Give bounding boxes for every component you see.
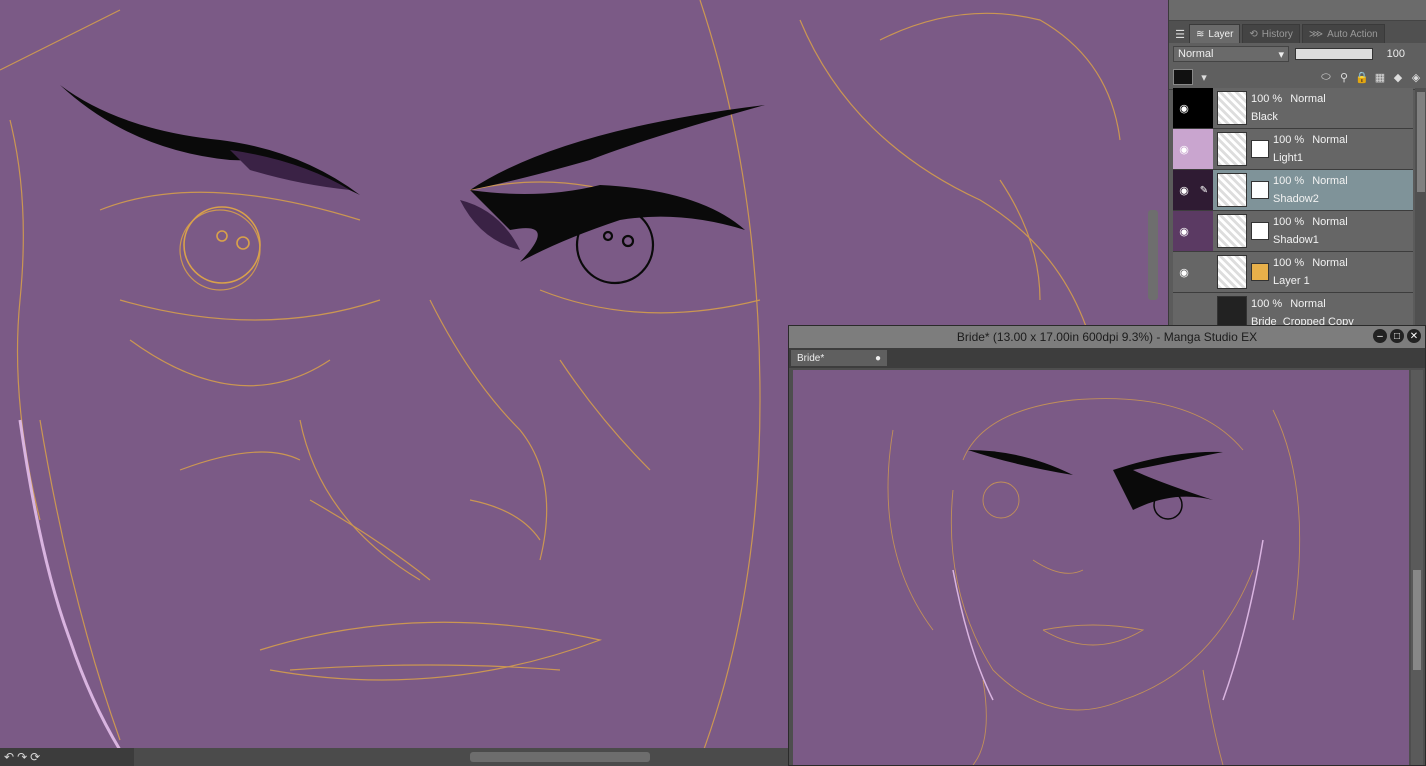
mask-icon[interactable]: ⬭ <box>1319 70 1333 84</box>
chevron-down-icon: ▾ <box>1278 48 1284 61</box>
eye-icon[interactable]: ◉ <box>1173 211 1195 251</box>
layer-panel-scrollbar[interactable] <box>1415 88 1426 326</box>
eye-icon[interactable]: ◉ <box>1173 88 1195 128</box>
layer-color-swatch[interactable] <box>1173 69 1193 85</box>
blend-mode-select[interactable]: Normal ▾ <box>1173 46 1289 62</box>
chevron-down-icon[interactable]: ▾ <box>1197 70 1211 84</box>
lock-icon[interactable]: 🔒 <box>1355 70 1369 84</box>
history-icon: ⟲ <box>1249 28 1258 40</box>
document-canvas[interactable] <box>793 370 1409 765</box>
layer-row[interactable]: ◉ ✎ 100 % Normal Shadow2 <box>1173 170 1413 211</box>
layer-thumbnail <box>1217 173 1247 207</box>
layer-row[interactable]: ◉ 100 % Normal Black <box>1173 88 1413 129</box>
tab-layer[interactable]: ≋ Layer <box>1189 24 1241 43</box>
scroll-thumb[interactable] <box>470 752 650 762</box>
scroll-thumb[interactable] <box>1413 570 1421 670</box>
document-tabbar: Bride* ● <box>789 348 1425 368</box>
paint-icon[interactable]: ◆ <box>1391 70 1405 84</box>
edit-slot[interactable] <box>1195 129 1213 169</box>
rotate-right-icon[interactable]: ↷ <box>17 748 27 766</box>
layer-mask-icon <box>1251 140 1269 158</box>
blend-row: Normal ▾ 100 <box>1169 43 1426 65</box>
window-title: Bride* (13.00 x 17.00in 600dpi 9.3%) - M… <box>956 330 1258 344</box>
window-title-bar[interactable]: Bride* (13.00 x 17.00in 600dpi 9.3%) - M… <box>789 326 1425 348</box>
settings-icon[interactable]: ◈ <box>1409 70 1423 84</box>
layer-icon: ≋ <box>1196 28 1205 40</box>
layer-row[interactable]: ◉ 100 % Normal Shadow1 <box>1173 211 1413 252</box>
tab-auto-action[interactable]: ⋙ Auto Action <box>1301 24 1385 43</box>
reset-rotation-icon[interactable]: ⟳ <box>30 748 40 766</box>
panel-header <box>1169 0 1426 21</box>
canvas-bottom-toolbar: ↶ ↷ ⟳ <box>0 748 134 766</box>
pencil-icon[interactable]: ✎ <box>1195 170 1213 210</box>
rotate-left-icon[interactable]: ↶ <box>4 748 14 766</box>
layer-thumbnail <box>1217 214 1247 248</box>
close-icon[interactable]: ● <box>875 353 881 364</box>
layer-panel: ☰ ≋ Layer ⟲ History ⋙ Auto Action Normal ▾ 1… <box>1168 0 1426 334</box>
layer-mask-icon <box>1251 181 1269 199</box>
eye-icon[interactable]: ◉ <box>1173 252 1195 292</box>
layer-thumbnail <box>1217 255 1247 289</box>
document-window: Bride* (13.00 x 17.00in 600dpi 9.3%) - M… <box>788 325 1426 766</box>
close-button[interactable]: ✕ <box>1407 329 1421 343</box>
minimize-button[interactable]: – <box>1373 329 1387 343</box>
scroll-thumb[interactable] <box>1148 210 1158 300</box>
eye-icon[interactable]: ◉ <box>1173 170 1195 210</box>
document-tab[interactable]: Bride* ● <box>791 350 887 366</box>
auto-action-icon: ⋙ <box>1308 28 1324 40</box>
scroll-thumb[interactable] <box>1417 92 1425 192</box>
maximize-button[interactable]: □ <box>1390 329 1404 343</box>
layer-mask-icon <box>1251 263 1269 281</box>
layer-tools-row: ▾ ⬭ ⚲ 🔒 ▦ ◆ ◈ <box>1169 65 1426 90</box>
layer-list: ◉ 100 % Normal Black ◉ 100 % Normal Light1 ◉… <box>1173 88 1413 334</box>
document-vertical-scrollbar[interactable] <box>1411 370 1423 765</box>
edit-slot[interactable] <box>1195 211 1213 251</box>
canvas-artwork <box>887 398 1301 765</box>
eye-icon[interactable]: ◉ <box>1173 129 1195 169</box>
layer-thumbnail <box>1217 91 1247 125</box>
edit-slot[interactable] <box>1195 252 1213 292</box>
edit-slot[interactable] <box>1195 88 1213 128</box>
layer-row[interactable]: ◉ 100 % Normal Light1 <box>1173 129 1413 170</box>
panel-menu-icon[interactable]: ☰ <box>1173 25 1187 43</box>
reference-icon[interactable]: ⚲ <box>1337 70 1351 84</box>
opacity-slider[interactable] <box>1295 48 1373 60</box>
layer-mask-icon <box>1251 222 1269 240</box>
panel-tabs: ☰ ≋ Layer ⟲ History ⋙ Auto Action <box>1169 21 1426 43</box>
tab-history[interactable]: ⟲ History <box>1242 24 1300 43</box>
layer-thumbnail <box>1217 132 1247 166</box>
lock-transparency-icon[interactable]: ▦ <box>1373 70 1387 84</box>
opacity-value[interactable]: 100 <box>1379 48 1405 60</box>
layer-row[interactable]: ◉ 100 % Normal Layer 1 <box>1173 252 1413 293</box>
